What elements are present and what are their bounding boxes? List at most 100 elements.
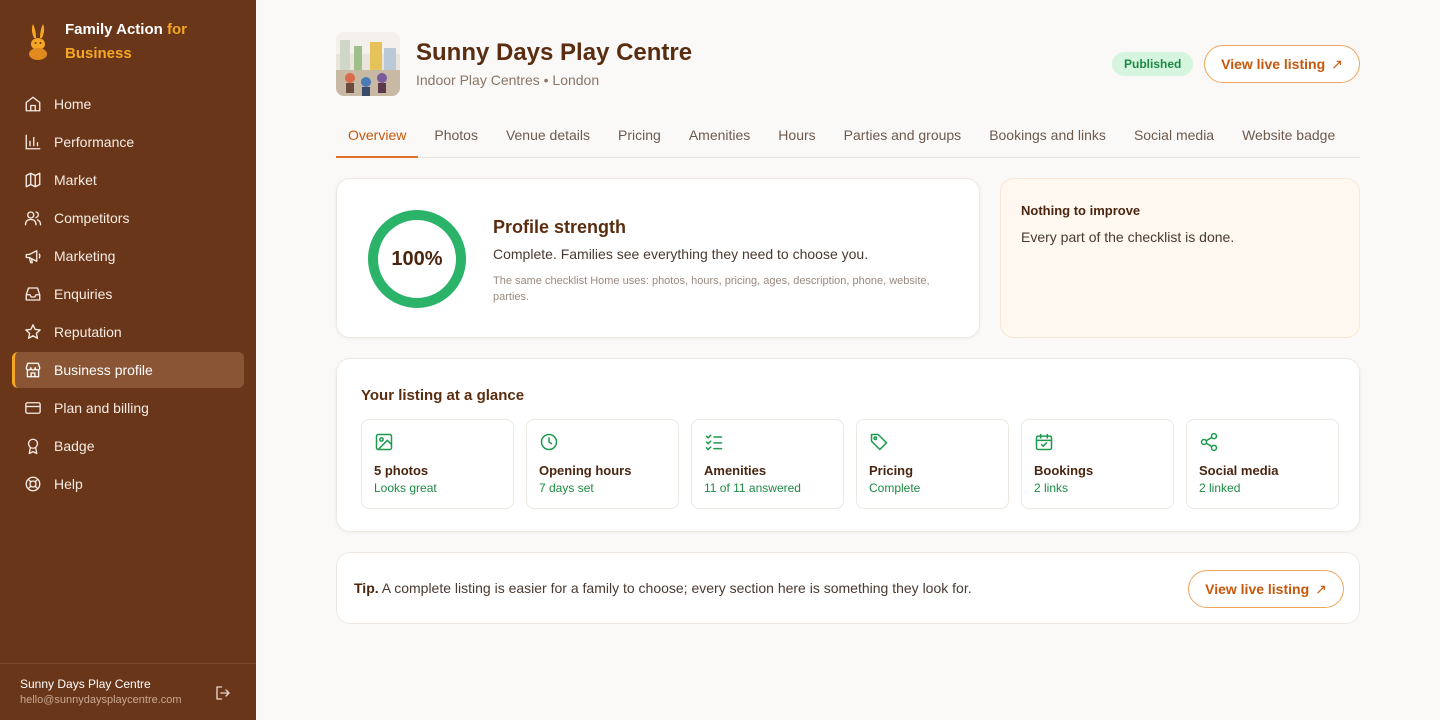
glance-item-status: Complete bbox=[869, 481, 921, 495]
sidebar-item-label: Reputation bbox=[54, 324, 122, 340]
sidebar-item-label: Competitors bbox=[54, 210, 130, 226]
tip-text: Tip. A complete listing is easier for a … bbox=[354, 580, 972, 596]
tab-venue-details[interactable]: Venue details bbox=[494, 116, 602, 158]
glance-item-social-media[interactable]: Social media 2 linked bbox=[1186, 419, 1339, 509]
brand[interactable]: Family Action for Business bbox=[24, 18, 195, 66]
sidebar-item-marketing[interactable]: Marketing bbox=[12, 238, 244, 274]
logout-icon[interactable] bbox=[214, 684, 232, 702]
tab-social-media[interactable]: Social media bbox=[1122, 116, 1226, 158]
tip-view-live-listing-label: View live listing bbox=[1205, 581, 1310, 597]
view-live-listing-button[interactable]: View live listing ↗ bbox=[1204, 45, 1360, 83]
sidebar-item-label: Badge bbox=[54, 438, 95, 454]
improvements-card: Nothing to improve Every part of the che… bbox=[1000, 178, 1360, 338]
improvements-text: Every part of the checklist is done. bbox=[1021, 229, 1235, 245]
account-email: hello@sunnydaysplaycentre.com bbox=[20, 694, 182, 706]
tab-bookings-and-links[interactable]: Bookings and links bbox=[977, 116, 1118, 158]
calendar-icon bbox=[1035, 433, 1053, 451]
share-icon bbox=[1200, 432, 1218, 452]
tab-website-badge[interactable]: Website badge bbox=[1230, 116, 1347, 158]
glance-item-label: Opening hours bbox=[539, 463, 632, 478]
tab-parties-and-groups[interactable]: Parties and groups bbox=[832, 116, 974, 158]
external-link-icon: ↗ bbox=[1315, 580, 1327, 597]
glance-item-amenities[interactable]: Amenities 11 of 11 answered bbox=[691, 419, 844, 509]
tab-photos[interactable]: Photos bbox=[422, 116, 490, 158]
glance-item-opening-hours[interactable]: Opening hours 7 days set bbox=[526, 419, 679, 509]
tip-card: Tip. A complete listing is easier for a … bbox=[336, 552, 1360, 624]
venue-header: Sunny Days Play Centre Indoor Play Centr… bbox=[336, 32, 1360, 96]
lifebuoy-icon bbox=[25, 476, 41, 492]
sidebar-nav: Home Performance Market Competitors Mark… bbox=[12, 86, 244, 504]
sidebar: Family Action for Business Home Performa… bbox=[0, 0, 256, 720]
tab-amenities[interactable]: Amenities bbox=[677, 116, 762, 158]
glance-grid: 5 photos Looks great Opening hours 7 day… bbox=[361, 419, 1339, 509]
sidebar-item-enquiries[interactable]: Enquiries bbox=[12, 276, 244, 312]
sidebar-item-badge[interactable]: Badge bbox=[12, 428, 244, 464]
glance-item-label: 5 photos bbox=[374, 463, 429, 478]
rabbit-logo-icon bbox=[29, 24, 47, 60]
tab-pricing[interactable]: Pricing bbox=[606, 116, 673, 158]
brand-name: Family Action for Business bbox=[65, 21, 187, 62]
sidebar-item-business-profile[interactable]: Business profile bbox=[12, 352, 244, 388]
star-icon bbox=[25, 324, 41, 339]
page-title: Sunny Days Play Centre bbox=[416, 39, 693, 66]
megaphone-icon bbox=[25, 250, 41, 264]
profile-strength-description: Complete. Families see everything they n… bbox=[493, 246, 869, 262]
sidebar-item-competitors[interactable]: Competitors bbox=[12, 200, 244, 236]
glance-item-status: 2 linked bbox=[1199, 481, 1241, 495]
credit-card-icon bbox=[25, 402, 41, 414]
map-icon bbox=[25, 172, 41, 188]
award-icon bbox=[27, 438, 39, 455]
sidebar-item-label: Marketing bbox=[54, 248, 116, 264]
sidebar-item-label: Business profile bbox=[54, 362, 153, 378]
status-badge: Published bbox=[1112, 52, 1194, 76]
profile-strength-card: 100% Profile strength Complete. Families… bbox=[336, 178, 980, 338]
profile-strength-title: Profile strength bbox=[493, 217, 627, 237]
checklist-icon bbox=[705, 434, 723, 451]
glance-item-photos[interactable]: 5 photos Looks great bbox=[361, 419, 514, 509]
image-icon bbox=[375, 433, 393, 451]
profile-tabs: Overview Photos Venue details Pricing Am… bbox=[336, 116, 1360, 158]
glance-item-status: 7 days set bbox=[539, 481, 594, 495]
glance-item-label: Amenities bbox=[704, 463, 767, 478]
users-icon bbox=[24, 211, 42, 226]
sidebar-item-help[interactable]: Help bbox=[12, 466, 244, 502]
glance-item-status: 11 of 11 answered bbox=[704, 481, 801, 495]
clock-icon bbox=[540, 433, 558, 451]
tip-lead: Tip. bbox=[354, 580, 379, 596]
tip-view-live-listing-button[interactable]: View live listing ↗ bbox=[1188, 570, 1344, 608]
glance-item-label: Social media bbox=[1199, 463, 1279, 478]
glance-item-label: Pricing bbox=[869, 463, 914, 478]
glance-item-status: 2 links bbox=[1034, 481, 1069, 495]
tab-hours[interactable]: Hours bbox=[766, 116, 827, 158]
improvements-title: Nothing to improve bbox=[1021, 203, 1141, 218]
account-name: Sunny Days Play Centre bbox=[20, 677, 151, 691]
venue-photo bbox=[336, 32, 400, 96]
sidebar-item-label: Enquiries bbox=[54, 286, 113, 302]
tag-icon bbox=[870, 433, 888, 451]
tab-overview[interactable]: Overview bbox=[336, 116, 419, 158]
sidebar-item-label: Performance bbox=[54, 134, 135, 150]
tip-body: A complete listing is easier for a famil… bbox=[378, 580, 972, 596]
venue-photo-image bbox=[336, 32, 400, 96]
profile-strength-percent: 100% bbox=[391, 247, 443, 270]
glance-item-bookings[interactable]: Bookings 2 links bbox=[1021, 419, 1174, 509]
sidebar-item-label: Home bbox=[54, 96, 92, 112]
sidebar-item-home[interactable]: Home bbox=[12, 86, 244, 122]
external-link-icon: ↗ bbox=[1331, 55, 1343, 72]
store-icon bbox=[25, 362, 41, 378]
glance-item-label: Bookings bbox=[1034, 463, 1094, 478]
bar-chart-icon bbox=[25, 134, 41, 150]
inbox-icon bbox=[25, 287, 41, 301]
profile-strength-note: The same checklist Home uses: photos, ho… bbox=[493, 275, 930, 303]
sidebar-item-plan-and-billing[interactable]: Plan and billing bbox=[12, 390, 244, 426]
glance-item-pricing[interactable]: Pricing Complete bbox=[856, 419, 1009, 509]
sidebar-item-reputation[interactable]: Reputation bbox=[12, 314, 244, 350]
home-icon bbox=[25, 96, 41, 112]
sidebar-item-label: Help bbox=[54, 476, 83, 492]
glance-item-status: Looks great bbox=[374, 481, 437, 495]
sidebar-item-label: Plan and billing bbox=[54, 400, 149, 416]
sidebar-item-performance[interactable]: Performance bbox=[12, 124, 244, 160]
venue-category-location: Indoor Play Centres • London bbox=[416, 72, 600, 88]
view-live-listing-label: View live listing bbox=[1221, 56, 1326, 72]
sidebar-item-market[interactable]: Market bbox=[12, 162, 244, 198]
